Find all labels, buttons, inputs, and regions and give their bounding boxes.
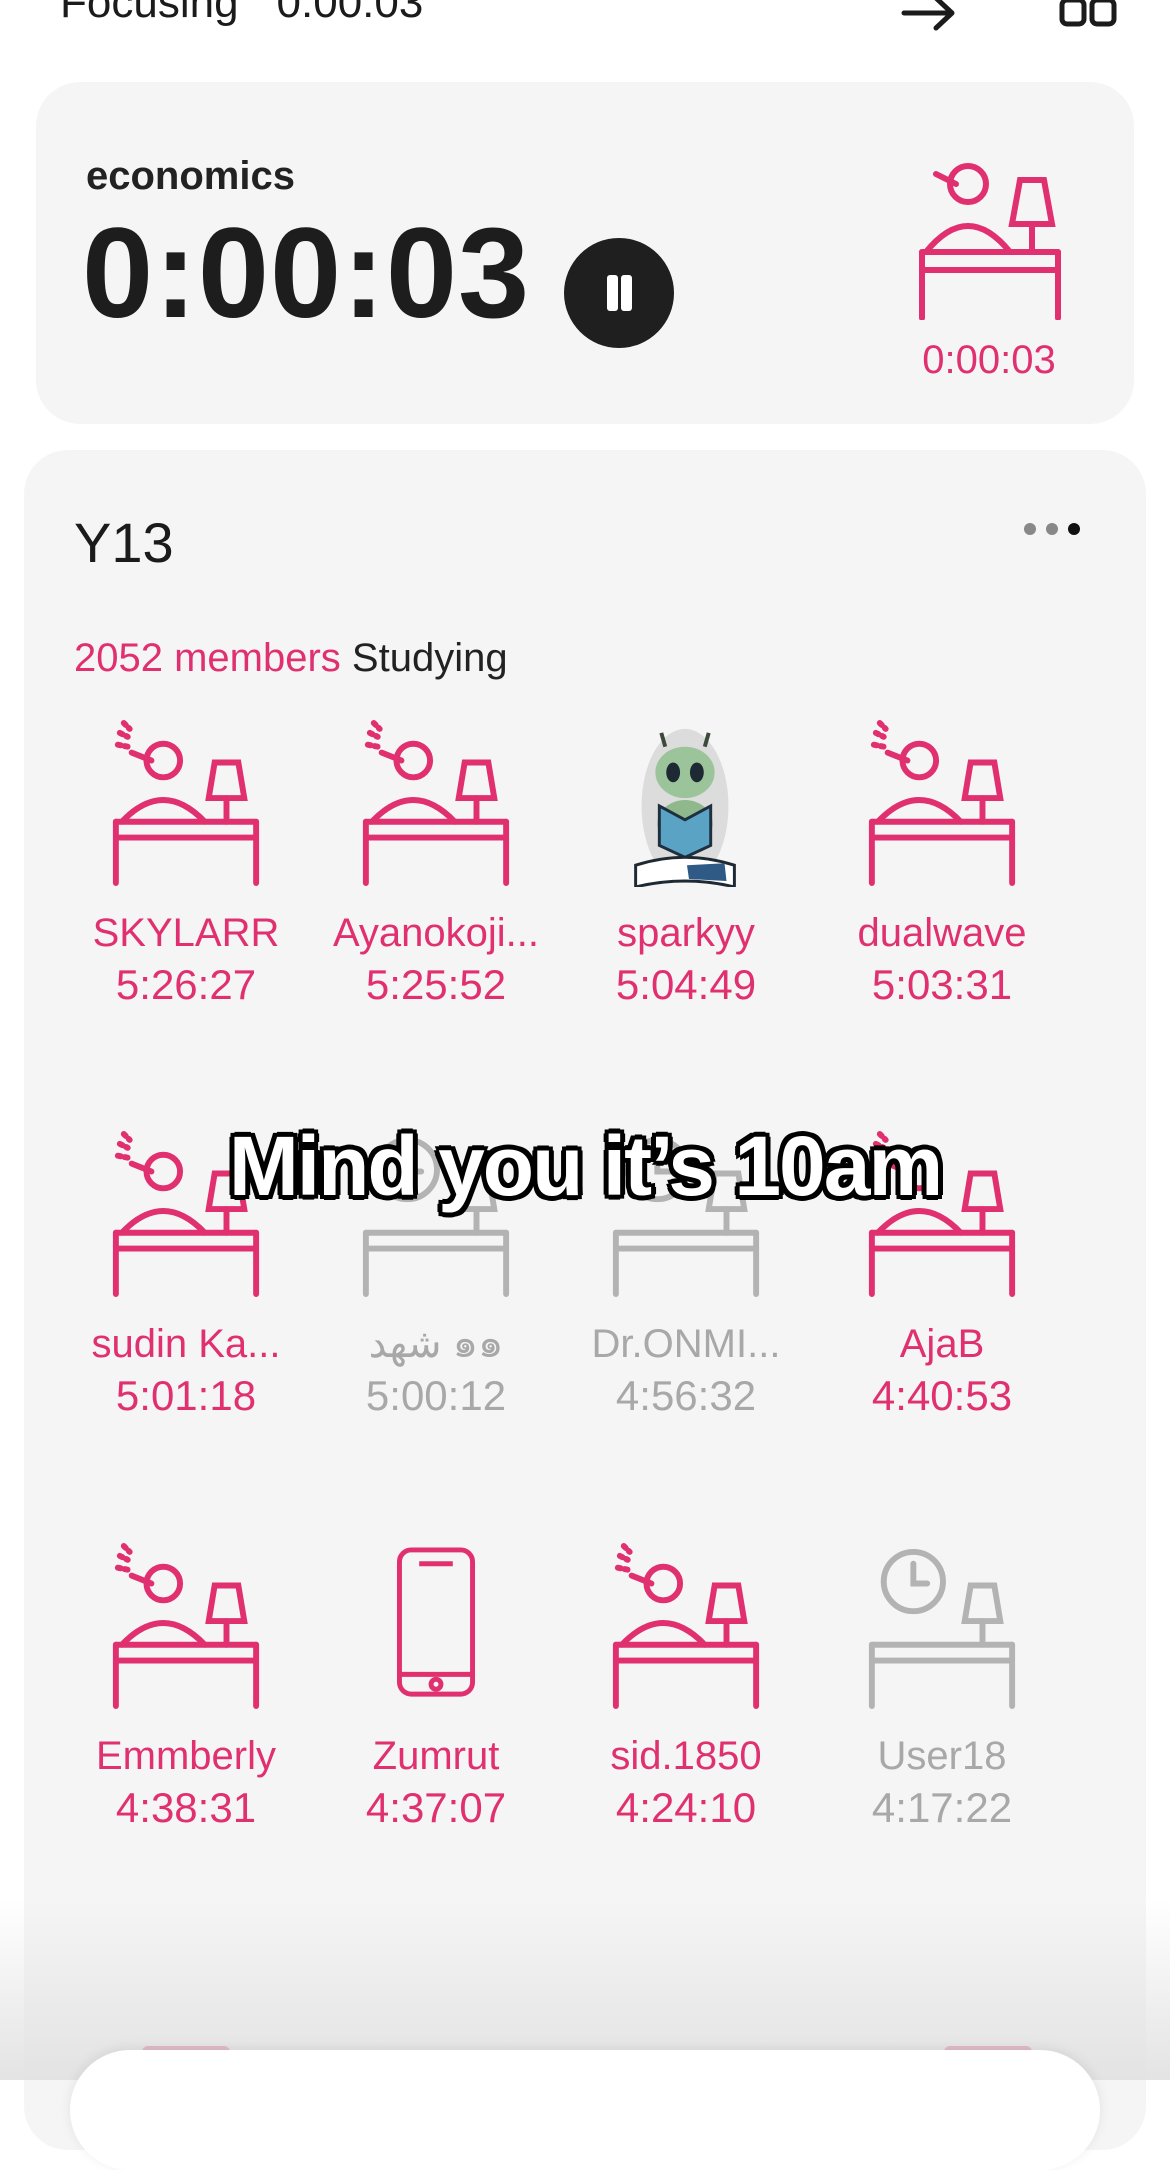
member-time: 4:37:07 xyxy=(365,1784,507,1831)
studying-desk-icon xyxy=(919,163,1061,320)
member-time: 5:26:27 xyxy=(115,961,257,1008)
idle-desk-clock-icon xyxy=(868,1548,1016,1709)
member-time: 4:56:32 xyxy=(615,1372,757,1419)
member-time: 4:40:53 xyxy=(871,1372,1013,1419)
grid-view-icon[interactable] xyxy=(1058,0,1118,30)
member-time: 5:04:49 xyxy=(615,961,757,1008)
group-title: Y13 xyxy=(74,511,174,574)
focus-card: economics 0:00:03 0:00:03 xyxy=(36,82,1134,424)
member-tile[interactable]: User18 4:17:22 xyxy=(812,1540,1072,1836)
studying-desk-icon xyxy=(112,720,260,886)
member-tile[interactable]: Ayanokoji... 5:25:52 xyxy=(306,717,566,1013)
member-time: 4:24:10 xyxy=(615,1784,757,1831)
member-name: SKYLARR xyxy=(92,911,280,955)
member-time: 5:01:18 xyxy=(115,1372,257,1419)
subject-label[interactable]: economics xyxy=(86,154,295,199)
member-tile[interactable]: SKYLARR 5:26:27 xyxy=(56,717,316,1013)
studying-desk-icon xyxy=(362,720,510,886)
studying-desk-icon xyxy=(612,1543,760,1709)
member-name: sudin Ka... xyxy=(91,1322,281,1366)
focus-timer: 0:00:03 xyxy=(82,202,531,345)
studying-desk-icon xyxy=(112,1543,260,1709)
studying-desk-icon xyxy=(868,720,1016,886)
member-time: 4:17:22 xyxy=(871,1784,1013,1831)
bottom-navigation[interactable] xyxy=(70,2050,1100,2170)
member-name: شهد ๑๑ xyxy=(368,1322,504,1366)
members-status: Studying xyxy=(351,636,508,680)
member-name: AjaB xyxy=(899,1322,985,1366)
member-name: Ayanokoji... xyxy=(332,911,540,955)
alien-reading-avatar xyxy=(634,728,736,887)
members-count[interactable]: 2052 members xyxy=(74,636,341,680)
member-tile[interactable]: Emmberly 4:38:31 xyxy=(56,1540,316,1836)
member-name: User18 xyxy=(877,1734,1007,1778)
pause-button[interactable] xyxy=(564,238,674,348)
more-options-icon[interactable] xyxy=(1024,522,1094,542)
member-name: dualwave xyxy=(857,911,1027,955)
member-tile[interactable]: sparkyy 5:04:49 xyxy=(556,717,816,1013)
member-name: Dr.ONMI... xyxy=(591,1322,781,1366)
member-name: sparkyy xyxy=(617,911,755,955)
focusing-status: Focusing 0:00:03 xyxy=(60,0,461,28)
phone-icon xyxy=(396,1547,476,1697)
member-time: 5:00:12 xyxy=(365,1372,507,1419)
focusing-label: Focusing xyxy=(60,0,239,27)
member-time: 5:25:52 xyxy=(365,961,507,1008)
member-name: sid.1850 xyxy=(610,1734,762,1778)
arrow-right-icon[interactable] xyxy=(900,0,960,38)
member-name: Emmberly xyxy=(95,1734,277,1778)
video-caption: Mind you it’s 10am xyxy=(228,1119,943,1213)
member-tile[interactable]: Zumrut 4:37:07 xyxy=(306,1540,566,1836)
focusing-timer: 0:00:03 xyxy=(276,0,424,27)
mini-timer: 0:00:03 xyxy=(922,338,1056,382)
top-bar: Focusing 0:00:03 xyxy=(0,0,1170,60)
member-name: Zumrut xyxy=(372,1734,500,1778)
member-time: 5:03:31 xyxy=(871,961,1013,1008)
member-tile[interactable]: sid.1850 4:24:10 xyxy=(556,1540,816,1836)
member-time: 4:38:31 xyxy=(115,1784,257,1831)
members-summary: 2052 members Studying xyxy=(74,636,508,681)
member-tile[interactable]: dualwave 5:03:31 xyxy=(812,717,1072,1013)
